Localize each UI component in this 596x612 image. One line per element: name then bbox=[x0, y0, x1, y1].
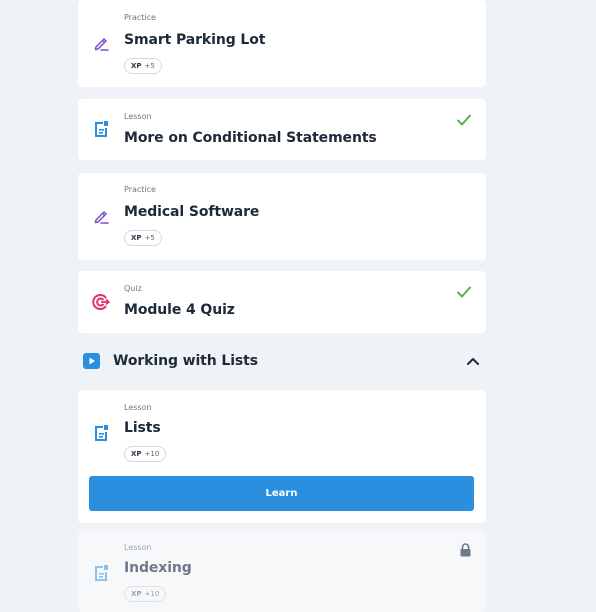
xp-value: +10 bbox=[144, 450, 160, 458]
xp-badge: XP +5 bbox=[124, 230, 162, 246]
chevron-up-icon[interactable] bbox=[466, 356, 480, 366]
item-title: Medical Software bbox=[124, 204, 260, 220]
check-icon bbox=[457, 286, 471, 298]
check-icon bbox=[457, 114, 471, 126]
practice-card-smart-parking-lot[interactable]: Practice Smart Parking Lot XP +5 bbox=[78, 0, 486, 87]
lesson-card-lists[interactable]: Lesson Lists XP +10 Learn bbox=[78, 390, 486, 523]
xp-label: XP bbox=[131, 234, 142, 242]
xp-badge: XP +10 bbox=[124, 586, 167, 602]
item-title: Smart Parking Lot bbox=[124, 32, 266, 48]
target-icon bbox=[92, 294, 110, 310]
xp-badge: XP +5 bbox=[124, 58, 162, 74]
xp-value: +5 bbox=[144, 62, 155, 70]
course-module-list: Practice Smart Parking Lot XP +5 Lesson … bbox=[0, 0, 596, 612]
item-type-label: Quiz bbox=[124, 284, 142, 293]
lesson-doc-icon bbox=[95, 121, 108, 137]
practice-card-medical-software[interactable]: Practice Medical Software XP +5 bbox=[78, 173, 486, 260]
xp-label: XP bbox=[131, 450, 142, 458]
pencil-icon bbox=[94, 38, 109, 51]
item-title: Module 4 Quiz bbox=[124, 302, 235, 318]
item-title: More on Conditional Statements bbox=[124, 130, 377, 146]
item-type-label: Practice bbox=[124, 13, 156, 22]
section-header-working-with-lists[interactable]: Working with Lists bbox=[78, 334, 486, 386]
xp-value: +5 bbox=[144, 234, 155, 242]
lesson-doc-icon bbox=[95, 425, 108, 441]
xp-label: XP bbox=[131, 62, 142, 70]
pencil-icon bbox=[94, 211, 109, 224]
lesson-doc-icon bbox=[95, 565, 108, 581]
learn-button[interactable]: Learn bbox=[89, 476, 474, 511]
item-type-label: Lesson bbox=[124, 403, 152, 412]
lock-icon bbox=[460, 543, 471, 557]
item-type-label: Practice bbox=[124, 185, 156, 194]
item-title: Lists bbox=[124, 420, 161, 436]
play-icon bbox=[83, 353, 100, 369]
section-title: Working with Lists bbox=[113, 353, 258, 369]
item-type-label: Lesson bbox=[124, 543, 152, 552]
item-type-label: Lesson bbox=[124, 112, 152, 121]
xp-label: XP bbox=[131, 590, 142, 598]
xp-value: +10 bbox=[144, 590, 160, 598]
lesson-card-indexing[interactable]: Lesson Indexing XP +10 bbox=[78, 531, 486, 612]
quiz-card-module-4[interactable]: Quiz Module 4 Quiz bbox=[78, 271, 486, 333]
xp-badge: XP +10 bbox=[124, 446, 167, 462]
item-title: Indexing bbox=[124, 560, 192, 576]
lesson-card-conditional-statements[interactable]: Lesson More on Conditional Statements bbox=[78, 99, 486, 160]
